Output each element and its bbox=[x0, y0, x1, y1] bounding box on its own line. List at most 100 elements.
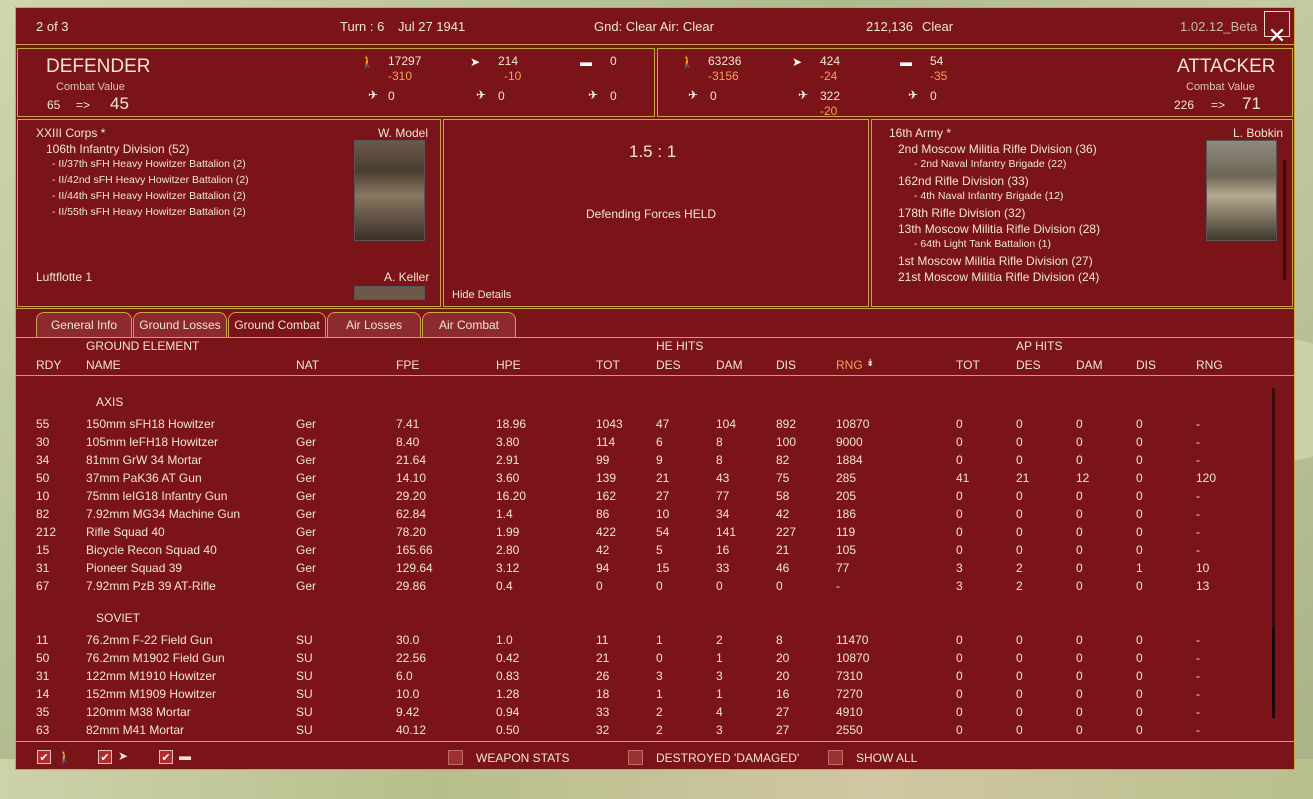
weapon-stats-label: WEAPON STATS bbox=[476, 751, 570, 765]
table-row[interactable]: 50 37mm PaK36 AT Gun Ger 14.10 3.60 139 21 43 75… bbox=[16, 469, 1294, 487]
col-fpe[interactable]: FPE bbox=[396, 358, 419, 372]
table-cell: 34 bbox=[716, 507, 730, 521]
show-all-checkbox[interactable] bbox=[828, 750, 843, 765]
col-he-rng[interactable]: RNG bbox=[836, 358, 863, 372]
table-cell: Ger bbox=[296, 471, 317, 485]
weapon-stats-checkbox[interactable] bbox=[448, 750, 463, 765]
table-cell: 14.10 bbox=[396, 471, 427, 485]
table-cell: 122mm M1910 Howitzer bbox=[86, 669, 217, 683]
table-cell: Ger bbox=[296, 543, 317, 557]
col-he-des[interactable]: DES bbox=[656, 358, 681, 372]
defender-sub-unit[interactable]: - II/55th sFH Heavy Howitzer Battalion (… bbox=[52, 206, 246, 218]
table-cell: 0 bbox=[1076, 417, 1083, 431]
col-he-dam[interactable]: DAM bbox=[716, 358, 743, 372]
table-row[interactable]: 50 76.2mm M1902 Field Gun SU 22.56 0.42 21 0 1 2… bbox=[16, 649, 1294, 667]
filter-tanks-checkbox[interactable]: ✔ bbox=[159, 750, 173, 764]
table-row[interactable]: 82 7.92mm MG34 Machine Gun Ger 62.84 1.4 86 10… bbox=[16, 505, 1294, 523]
attacker-hq[interactable]: 16th Army * bbox=[889, 126, 951, 140]
table-cell: 82 bbox=[36, 507, 50, 521]
table-row[interactable]: 63 82mm M41 Mortar SU 40.12 0.50 32 2 3 27 2550 0 0… bbox=[16, 721, 1294, 739]
hide-details-link[interactable]: Hide Details bbox=[452, 289, 511, 301]
filter-infantry-checkbox[interactable]: ✔ bbox=[37, 750, 51, 764]
defender-division[interactable]: 106th Infantry Division (52) bbox=[46, 142, 189, 156]
table-cell: 0 bbox=[1016, 417, 1023, 431]
defender-air-hq[interactable]: Luftflotte 1 bbox=[36, 270, 92, 284]
close-icon: ✕ bbox=[1267, 23, 1287, 48]
attacker-sub-unit[interactable]: - 4th Naval Infantry Brigade (12) bbox=[914, 190, 1063, 202]
attacker-division[interactable]: 1st Moscow Militia Rifle Division (27) bbox=[898, 254, 1093, 268]
defender-sub-unit[interactable]: - II/44th sFH Heavy Howitzer Battalion (… bbox=[52, 190, 246, 202]
col-ap-tot[interactable]: TOT bbox=[956, 358, 980, 372]
table-cell: 0 bbox=[1136, 525, 1143, 539]
defender-hq[interactable]: XXIII Corps * bbox=[36, 126, 105, 140]
attacker-division[interactable]: 178th Rifle Division (32) bbox=[898, 206, 1025, 220]
attacker-leader: L. Bobkin bbox=[1233, 126, 1284, 140]
defender-sub-unit[interactable]: - II/37th sFH Heavy Howitzer Battalion (… bbox=[52, 158, 246, 170]
table-cell: 0.94 bbox=[496, 705, 520, 719]
table-cell: 1 bbox=[656, 633, 663, 647]
table-row[interactable]: 35 120mm M38 Mortar SU 9.42 0.94 33 2 4 27 4910 0 0… bbox=[16, 703, 1294, 721]
col-ap-des[interactable]: DES bbox=[1016, 358, 1041, 372]
attacker-division[interactable]: 2nd Moscow Militia Rifle Division (36) bbox=[898, 142, 1097, 156]
close-button[interactable]: ✕ bbox=[1264, 11, 1290, 48]
sort-desc-icon[interactable]: ↡ bbox=[866, 358, 874, 369]
table-cell: 2.80 bbox=[496, 543, 520, 557]
attacker-division[interactable]: 13th Moscow Militia Rifle Division (28) bbox=[898, 222, 1100, 236]
table-row[interactable]: 67 7.92mm PzB 39 AT-Rifle Ger 29.86 0.4 0 0 0 0 -… bbox=[16, 577, 1294, 595]
table-cell: 16.20 bbox=[496, 489, 527, 503]
filter-guns-checkbox[interactable]: ✔ bbox=[98, 750, 112, 764]
table-cell: 18.96 bbox=[496, 417, 527, 431]
table-row[interactable]: 11 76.2mm F-22 Field Gun SU 30.0 1.0 11 1 2 8 114… bbox=[16, 631, 1294, 649]
table-cell: 1 bbox=[1136, 561, 1143, 575]
table-cell: 1.4 bbox=[496, 507, 513, 521]
table-cell: 8 bbox=[716, 435, 723, 449]
tab-general-info[interactable]: General Info bbox=[36, 312, 132, 337]
col-he-dis[interactable]: DIS bbox=[776, 358, 796, 372]
attacker-sub-unit[interactable]: - 2nd Naval Infantry Brigade (22) bbox=[914, 158, 1066, 170]
table-row[interactable]: 30 105mm leFH18 Howitzer Ger 8.40 3.80 114 6 8 1… bbox=[16, 433, 1294, 451]
tab-air-combat[interactable]: Air Combat bbox=[422, 312, 516, 337]
table-row[interactable]: 31 122mm M1910 Howitzer SU 6.0 0.83 26 3 3 20 731… bbox=[16, 667, 1294, 685]
tab-air-losses[interactable]: Air Losses bbox=[327, 312, 421, 337]
table-cell: 3 bbox=[716, 669, 723, 683]
scroll-thumb[interactable] bbox=[1272, 628, 1275, 718]
table-cell: 21 bbox=[656, 471, 670, 485]
col-ap-dis[interactable]: DIS bbox=[1136, 358, 1156, 372]
table-cell: 0 bbox=[956, 651, 963, 665]
tab-ground-losses[interactable]: Ground Losses bbox=[133, 312, 227, 337]
table-scrollbar[interactable] bbox=[1272, 388, 1275, 718]
defender-men: 17297 bbox=[388, 54, 422, 68]
destroyed-damaged-label: DESTROYED 'DAMAGED' bbox=[656, 751, 800, 765]
destroyed-damaged-checkbox[interactable] bbox=[628, 750, 643, 765]
combat-result-panel: 1.5 : 1 Defending Forces HELD Hide Detai… bbox=[443, 119, 869, 307]
col-ap-dam[interactable]: DAM bbox=[1076, 358, 1103, 372]
table-cell: 1.28 bbox=[496, 687, 520, 701]
col-he-tot[interactable]: TOT bbox=[596, 358, 620, 372]
attacker-sub-unit[interactable]: - 64th Light Tank Battalion (1) bbox=[914, 238, 1051, 250]
table-row[interactable]: 31 Pioneer Squad 39 Ger 129.64 3.12 94 15 33 46 7… bbox=[16, 559, 1294, 577]
bomber-icon: ✈ bbox=[798, 88, 809, 102]
defender-sub-unit[interactable]: - II/42nd sFH Heavy Howitzer Battalion (… bbox=[52, 174, 249, 186]
table-cell: 165.66 bbox=[396, 543, 433, 557]
table-cell: 75mm leIG18 Infantry Gun bbox=[86, 489, 228, 503]
table-cell: 0 bbox=[956, 669, 963, 683]
table-row[interactable]: 55 150mm sFH18 Howitzer Ger 7.41 18.96 1043 47… bbox=[16, 415, 1294, 433]
attacker-tanks: 54 bbox=[930, 54, 944, 68]
table-cell: 27 bbox=[776, 705, 790, 719]
table-cell: 41 bbox=[956, 471, 970, 485]
col-rdy[interactable]: RDY bbox=[36, 358, 61, 372]
col-nat[interactable]: NAT bbox=[296, 358, 319, 372]
table-row[interactable]: 10 75mm leIG18 Infantry Gun Ger 29.20 16.20 1… bbox=[16, 487, 1294, 505]
table-row[interactable]: 212 Rifle Squad 40 Ger 78.20 1.99 422 54 141 227… bbox=[16, 523, 1294, 541]
table-row[interactable]: 14 152mm M1909 Howitzer SU 10.0 1.28 18 1 1 16 72… bbox=[16, 685, 1294, 703]
col-hpe[interactable]: HPE bbox=[496, 358, 521, 372]
table-row[interactable]: 34 81mm GrW 34 Mortar Ger 21.64 2.91 99 9 8 82 18… bbox=[16, 451, 1294, 469]
attacker-division[interactable]: 162nd Rifle Division (33) bbox=[898, 174, 1029, 188]
tab-ground-combat[interactable]: Ground Combat bbox=[228, 312, 326, 337]
col-name[interactable]: NAME bbox=[86, 358, 121, 372]
table-row[interactable]: 15 Bicycle Recon Squad 40 Ger 165.66 2.80 42 5… bbox=[16, 541, 1294, 559]
table-cell: 15 bbox=[36, 543, 50, 557]
col-ap-rng[interactable]: RNG bbox=[1196, 358, 1223, 372]
attacker-division[interactable]: 21st Moscow Militia Rifle Division (24) bbox=[898, 270, 1099, 284]
attacker-list-scrollbar[interactable] bbox=[1283, 160, 1286, 280]
